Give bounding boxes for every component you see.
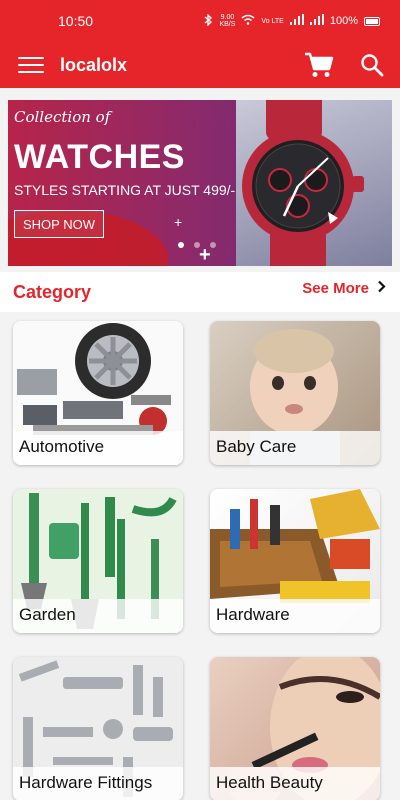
chevron-right-icon [377,280,386,297]
category-label: Garden [13,599,183,633]
app-actions [304,51,384,79]
battery-level: 100% [329,15,358,27]
category-label: Health Beauty [210,767,380,800]
category-card-hardware-fittings[interactable]: Hardware Fittings [13,657,183,800]
bluetooth-icon [204,12,213,29]
plus-icon: + [174,214,183,230]
category-title: Category [13,282,92,302]
carousel-dot[interactable] [178,242,184,248]
volte-label: Vo LTE [261,17,284,25]
status-time: 10:50 [58,13,94,29]
search-icon[interactable] [360,53,384,77]
screen: 10:50 9.00 KB/S Vo LTE 100% localolx Col… [0,0,400,800]
app-title: localolx [60,54,128,75]
plus-icon: + [199,244,211,266]
network-speed-unit: KB/S [219,21,236,28]
category-card-health-beauty[interactable]: Health Beauty [210,657,380,800]
category-card-automotive[interactable]: Automotive [13,321,183,465]
category-label: Baby Care [210,431,380,465]
signal-icon-2 [309,14,324,28]
see-more-link[interactable]: See More [302,280,386,297]
battery-icon [364,16,380,26]
category-label: Hardware Fittings [13,767,183,800]
network-speed: 9.00 KB/S [219,14,235,28]
menu-icon[interactable] [18,55,44,75]
status-bar: 10:50 9.00 KB/S Vo LTE 100% [0,0,400,42]
shop-now-button[interactable]: SHOP NOW [14,210,104,238]
wifi-icon [241,14,255,28]
network-speed-value: 9.00 [220,14,235,21]
banner-script-text: Collection of [14,108,111,126]
signal-icon [289,14,304,28]
category-label: Automotive [13,431,183,465]
app-bar: localolx [0,42,400,88]
banner-subtitle: STYLES STARTING AT JUST 499/- [14,182,236,198]
category-card-hardware[interactable]: Hardware [210,489,380,633]
see-more-label: See More [302,280,369,297]
banner-title: WATCHES [14,138,185,176]
category-card-garden[interactable]: Garden [13,489,183,633]
status-icons: 9.00 KB/S Vo LTE 100% [204,12,380,29]
watch-image [236,100,392,266]
category-card-baby-care[interactable]: Baby Care [210,321,380,465]
carousel-dot[interactable] [210,242,216,248]
cart-icon[interactable] [304,51,334,79]
category-label: Hardware [210,599,380,633]
